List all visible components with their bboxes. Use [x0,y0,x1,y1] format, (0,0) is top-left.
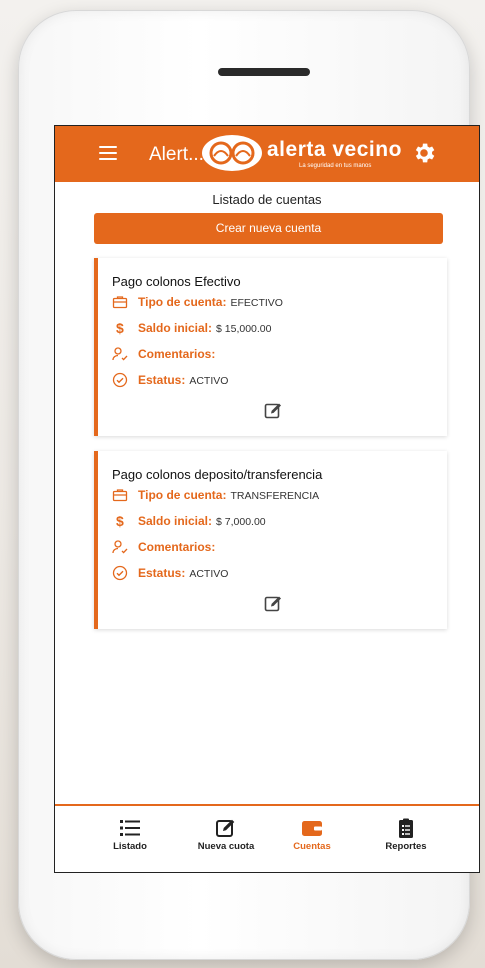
check-circle-icon [112,372,128,388]
account-card[interactable]: Pago colonos deposito/transferencia Tipo… [94,451,447,629]
account-name: Pago colonos deposito/transferencia [112,467,323,482]
nav-label: Reportes [385,841,427,852]
wallet-icon [302,821,322,836]
phone-frame: Alert... alerta vecino La seguridad en t… [18,10,480,960]
nav-label: Listado [113,841,147,852]
page-title: Listado de cuentas [212,192,322,207]
content-area: Listado de cuentas Crear nueva cuenta Pa… [55,182,479,802]
nav-item-cuentas[interactable]: Cuentas [267,818,357,852]
account-type-label: Tipo de cuenta: [138,488,227,502]
account-status-label: Estatus: [138,566,186,580]
menu-icon[interactable] [99,146,117,160]
svg-text:$: $ [116,513,124,529]
app-title: Alert... [149,144,204,165]
account-status-value: ACTIVO [189,375,229,387]
nav-item-listado[interactable]: Listado [85,818,175,852]
briefcase-icon [112,296,128,309]
account-balance-value: $ 15,000.00 [216,323,272,335]
user-check-icon [112,540,128,554]
account-status-value: ACTIVO [189,568,229,580]
bottom-navigation: Listado Nueva cuota Cuentas Reportes [55,804,479,872]
account-type-label: Tipo de cuenta: [138,295,227,309]
list-icon [120,820,140,836]
dollar-icon: $ [116,513,124,529]
account-name: Pago colonos Efectivo [112,274,241,289]
account-balance-label: Saldo inicial: [138,514,213,528]
app-bar: Alert... alerta vecino La seguridad en t… [55,126,479,182]
account-balance-value: $ 7,000.00 [216,516,266,528]
account-card[interactable]: Pago colonos Efectivo Tipo de cuenta: EFE… [94,258,447,436]
user-check-icon [112,347,128,361]
dollar-icon: $ [116,320,124,336]
app-screen: Alert... alerta vecino La seguridad en t… [54,125,480,873]
phone-speaker [218,68,310,76]
nav-label: Nueva cuota [197,841,255,852]
create-account-button[interactable]: Crear nueva cuenta [94,213,443,244]
edit-icon[interactable] [264,595,282,613]
account-comments-label: Comentarios: [138,347,216,361]
svg-text:$: $ [116,320,124,336]
nav-item-nueva-cuota[interactable]: Nueva cuota [181,818,271,852]
logo-mark-icon [202,135,262,171]
logo: alerta vecino La seguridad en tus manos [201,134,431,174]
check-circle-icon [112,565,128,581]
briefcase-icon [112,489,128,502]
nav-label: Cuentas [293,841,331,852]
account-balance-label: Saldo inicial: [138,321,213,335]
clipboard-icon [399,818,413,838]
edit-icon[interactable] [264,402,282,420]
account-type-value: EFECTIVO [230,297,283,309]
gear-icon[interactable] [411,140,437,166]
nav-item-reportes[interactable]: Reportes [361,818,451,852]
edit-icon [216,819,235,837]
logo-name: alerta vecino [267,138,402,161]
account-status-label: Estatus: [138,373,186,387]
logo-tagline: La seguridad en tus manos [299,163,372,169]
account-comments-label: Comentarios: [138,540,216,554]
account-type-value: TRANSFERENCIA [230,490,320,502]
